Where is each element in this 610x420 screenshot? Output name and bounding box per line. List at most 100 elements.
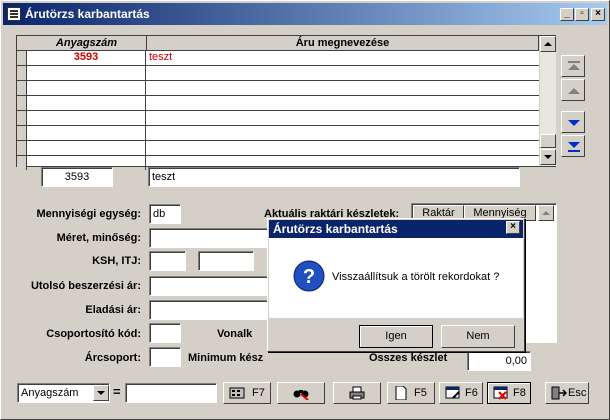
first-icon [568,61,580,70]
dialog-message: Visszaállítsuk a törölt rekordokat ? [332,271,500,283]
itj-field[interactable] [198,251,254,271]
cell-name[interactable] [147,96,539,110]
f7-button[interactable]: F7 [223,382,271,404]
minimize-button[interactable]: _ [560,8,574,21]
question-icon: ? [293,260,325,292]
next-record-button[interactable] [561,111,585,133]
table-row[interactable] [17,96,539,111]
table-row[interactable]: 3593 teszt [17,51,539,66]
restore-button[interactable]: ▫ [575,8,589,21]
sale-price-field[interactable] [149,300,269,320]
cell-name[interactable] [147,141,539,155]
title-bar: Árutörzs karbantartás _ ▫ × [3,3,607,25]
f5-button[interactable]: F5 [387,382,435,404]
size-field[interactable] [149,228,269,248]
items-grid[interactable]: Anyagszám Áru megnevezése 3593 teszt [16,35,556,170]
price-group-field[interactable] [149,347,181,367]
unit-field[interactable]: db [149,204,181,224]
stock-scroll-up-arrow[interactable] [538,205,554,221]
cell-name[interactable] [147,111,539,125]
chevron-down-icon [97,391,105,395]
yes-button[interactable]: Igen [359,325,433,348]
equals-sign: = [113,384,121,399]
row-selector[interactable] [17,96,27,110]
sale-price-label: Eladási ár: [85,304,141,316]
last-record-button[interactable] [561,135,585,157]
column-header-name[interactable]: Áru megnevezése [147,36,539,51]
price-group-label: Árcsoport: [84,352,141,364]
close-button[interactable]: × [591,8,605,21]
dialog-body: ? Visszaállítsuk a törölt rekordokat ? [269,238,523,318]
cell-name[interactable] [147,66,539,80]
table-row[interactable] [17,81,539,96]
row-selector[interactable] [17,156,27,170]
svg-text:?: ? [303,266,315,288]
barcode-label: Vonalk [217,328,253,340]
ksh-field[interactable] [149,251,186,271]
esc-label: Esc [568,387,587,399]
dialog-close-button[interactable]: × [506,221,520,234]
ksh-label: KSH, ITJ: [92,255,141,267]
current-name-field[interactable]: teszt [148,167,520,187]
dialog-title-bar: Árutörzs karbantartás × [269,220,523,238]
cell-code[interactable] [27,66,146,80]
f8-button[interactable]: F8 [487,382,531,404]
cell-code[interactable] [27,81,146,95]
last-price-field[interactable] [149,276,269,296]
total-stock-field: 0,00 [467,351,531,371]
cell-code[interactable] [27,111,146,125]
row-selector[interactable] [17,141,27,155]
row-selector[interactable] [17,51,27,65]
no-button[interactable]: Nem [441,325,515,348]
scroll-down-arrow[interactable] [540,149,556,165]
binoculars-icon [293,390,309,400]
cell-name[interactable] [147,81,539,95]
row-selector[interactable] [17,81,27,95]
scroll-thumb[interactable] [540,134,556,148]
cell-name[interactable] [147,126,539,140]
group-code-field[interactable] [149,323,181,343]
search-input[interactable] [125,383,217,403]
previous-record-button[interactable] [561,79,585,101]
row-selector[interactable] [17,66,27,80]
first-record-button[interactable] [561,55,585,77]
esc-button[interactable]: Esc [545,382,589,404]
f6-label: F6 [465,387,478,399]
table-row[interactable] [17,126,539,141]
unit-label: Mennyiségi egység: [36,208,141,220]
grid-scrollbar[interactable] [539,36,556,166]
print-button[interactable] [333,382,381,404]
exit-door-icon [551,386,567,400]
new-document-icon [395,386,407,400]
cell-code[interactable]: 3593 [27,51,146,65]
size-label: Méret, minőség: [56,232,141,244]
row-selector[interactable] [17,126,27,140]
column-header-code[interactable]: Anyagszám [27,36,147,51]
window-title: Árutörzs karbantartás [25,7,150,21]
current-code-field[interactable]: 3593 [41,167,113,187]
delete-record-icon [493,386,508,400]
min-stock-label: Minimum kész [188,352,264,364]
f7-label: F7 [252,387,265,399]
cell-name[interactable]: teszt [147,51,539,65]
f5-label: F5 [414,387,427,399]
cell-code[interactable] [27,126,146,140]
table-row[interactable] [17,66,539,81]
down-icon [568,120,580,126]
find-button[interactable] [277,382,325,404]
table-row[interactable] [17,141,539,156]
search-field-value: Anyagszám [21,387,79,399]
cell-code[interactable] [27,141,146,155]
calculator-icon [229,387,245,399]
confirm-dialog: Árutörzs karbantartás × ? Visszaállítsuk… [267,218,525,352]
total-stock-label: Összes készlet [369,352,448,364]
up-icon [568,88,580,94]
cell-code[interactable] [27,96,146,110]
edit-table-icon [445,386,460,399]
scroll-up-arrow[interactable] [540,36,556,52]
row-selector[interactable] [17,111,27,125]
dropdown-arrow-button[interactable] [93,385,109,401]
table-row[interactable] [17,111,539,126]
f8-label: F8 [513,387,526,399]
f6-button[interactable]: F6 [439,382,483,404]
